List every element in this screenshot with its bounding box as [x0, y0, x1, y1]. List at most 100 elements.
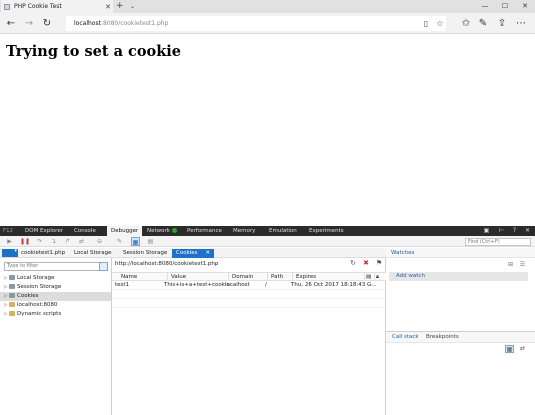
- tree-item-local-storage[interactable]: ▷ Local Storage: [0, 274, 111, 283]
- document-tabs: cookietest1.php Local Storage Session St…: [0, 248, 386, 258]
- break-icon[interactable]: ❚❚: [20, 237, 30, 246]
- forward-icon[interactable]: →: [21, 16, 37, 31]
- browser-tab[interactable]: PHP Cookie Test ✕: [1, 0, 113, 13]
- tab-network-label: Network: [147, 228, 170, 234]
- doc-tab-local-storage[interactable]: Local Storage: [70, 249, 116, 258]
- tab-preview-chevron-icon[interactable]: ⌄: [130, 1, 135, 12]
- tab-emulation[interactable]: Emulation: [265, 226, 301, 236]
- tree-item-cookies[interactable]: ▷ Cookies: [0, 292, 111, 301]
- column-header-domain[interactable]: Domain: [228, 273, 253, 281]
- tab-network[interactable]: Network: [143, 226, 181, 236]
- cookies-pane: http://localhost:8080/cookietest1.php ↻ …: [112, 258, 386, 415]
- tree-item-label: Dynamic scripts: [17, 311, 62, 317]
- cookie-path: /: [265, 282, 267, 288]
- doc-tab-session-storage[interactable]: Session Storage: [119, 249, 171, 258]
- table-row[interactable]: test1 This+is+a+test+cookie localhost / …: [112, 281, 386, 290]
- show-native-code-icon[interactable]: ▦: [505, 345, 514, 353]
- doc-tab-cookies[interactable]: Cookies ✕: [172, 249, 215, 258]
- folder-icon: [9, 311, 15, 316]
- tab-performance[interactable]: Performance: [183, 226, 226, 236]
- help-icon[interactable]: ?: [510, 226, 519, 236]
- favorite-star-icon[interactable]: ☆: [434, 16, 446, 31]
- watches-pane: Watches ⊞ ☰ Add watch: [386, 248, 535, 332]
- refresh-icon[interactable]: ↻: [39, 16, 55, 31]
- close-window-icon[interactable]: ✕: [515, 0, 535, 13]
- column-header-value[interactable]: Value: [167, 273, 186, 281]
- filter-placeholder: Type to filter: [7, 263, 39, 269]
- share-icon[interactable]: ⇪: [494, 16, 510, 31]
- cookie-value: This+is+a+test+cookie: [164, 282, 230, 288]
- url-path: :8080/cookietest1.php: [100, 20, 169, 27]
- cookies-table-header: Name Value Domain Path Expires ▤ 🔒︎: [112, 272, 386, 281]
- show-async-icon[interactable]: ⇄: [518, 345, 527, 353]
- tab-debugger[interactable]: Debugger: [107, 226, 143, 236]
- tab-console[interactable]: Console: [70, 226, 100, 236]
- pin-icon[interactable]: ⊢: [497, 226, 506, 236]
- step-into-icon[interactable]: ↴: [49, 237, 58, 246]
- find-input[interactable]: Find (Ctrl+F): [465, 238, 531, 246]
- back-icon[interactable]: ←: [3, 16, 19, 31]
- secure-lock-icon[interactable]: 🔒︎: [374, 273, 379, 281]
- more-menu-icon[interactable]: ⋯: [513, 16, 529, 31]
- close-devtools-icon[interactable]: ✕: [523, 226, 532, 236]
- filter-input[interactable]: Type to filter: [4, 262, 108, 271]
- web-note-icon[interactable]: ✎: [475, 16, 491, 31]
- tab-memory[interactable]: Memory: [229, 226, 259, 236]
- cookie-icon: [9, 293, 15, 298]
- callstack-pane: Call stack Breakpoints ▦ ⇄: [386, 332, 535, 415]
- clear-cookies-icon[interactable]: ✖: [361, 259, 371, 267]
- break-on-new-worker-icon[interactable]: ⇄: [77, 237, 86, 246]
- folder-icon: [9, 302, 15, 307]
- f12-label: F12: [3, 228, 14, 234]
- watches-title: Watches: [386, 248, 535, 258]
- cookie-expires: Thu, 26 Oct 2017 18:18:43 G...: [291, 282, 377, 288]
- close-tab-icon[interactable]: ✕: [103, 3, 113, 11]
- recording-icon: [171, 228, 177, 233]
- add-watch-icon[interactable]: ⊞: [506, 261, 515, 268]
- tab-call-stack[interactable]: Call stack: [388, 332, 423, 343]
- favorites-hub-icon[interactable]: ✩: [458, 16, 474, 31]
- filter-options-icon[interactable]: [99, 262, 108, 271]
- url-host: localhost: [74, 20, 101, 27]
- minimize-icon[interactable]: —: [475, 0, 495, 13]
- maximize-icon[interactable]: ☐: [495, 0, 515, 13]
- reading-view-icon[interactable]: ▯: [420, 16, 432, 31]
- continue-icon[interactable]: ▶: [5, 237, 14, 246]
- tree-item-label: localhost:8080: [17, 302, 58, 308]
- page-heading: Trying to set a cookie: [6, 43, 181, 60]
- tree-item-localhost[interactable]: ▷ localhost:8080: [0, 301, 111, 310]
- tree-item-label: Local Storage: [17, 275, 55, 281]
- column-header-name[interactable]: Name: [118, 273, 137, 281]
- word-wrap-icon[interactable]: ▤: [146, 237, 155, 246]
- close-doc-tab-icon[interactable]: ✕: [206, 250, 211, 256]
- cookie-domain: localhost: [225, 282, 250, 288]
- new-tab-icon[interactable]: +: [116, 1, 124, 12]
- tab-dom-explorer[interactable]: DOM Explorer: [21, 226, 67, 236]
- step-over-icon[interactable]: ↷: [35, 237, 44, 246]
- dock-icon[interactable]: ▣: [482, 226, 491, 236]
- tree-item-session-storage[interactable]: ▷ Session Storage: [0, 283, 111, 292]
- tree-item-dynamic-scripts[interactable]: ▷ Dynamic scripts: [0, 310, 111, 319]
- clear-session-cookies-icon[interactable]: ⚑: [374, 259, 384, 267]
- tab-breakpoints[interactable]: Breakpoints: [422, 332, 463, 343]
- http-only-column-icon[interactable]: ▤: [364, 273, 371, 281]
- exceptions-icon[interactable]: ⊖: [95, 237, 104, 246]
- devtools-tab-bar: F12 DOM Explorer Console Debugger Networ…: [0, 226, 535, 236]
- tab-experiments[interactable]: Experiments: [305, 226, 348, 236]
- add-watch-button[interactable]: Add watch: [389, 272, 528, 281]
- step-out-icon[interactable]: ↱: [63, 237, 72, 246]
- tree-item-label: Cookies: [17, 293, 39, 299]
- pretty-print-icon[interactable]: ▦: [131, 237, 140, 246]
- doc-tab-cookietest1[interactable]: cookietest1.php: [17, 249, 69, 258]
- storage-icon: [9, 275, 15, 280]
- documents-dropdown-icon[interactable]: [2, 248, 18, 257]
- page-icon: [4, 3, 10, 10]
- delete-all-watches-icon[interactable]: ☰: [518, 261, 527, 268]
- address-bar[interactable]: localhost:8080/cookietest1.php: [66, 16, 446, 31]
- cookie-name: test1: [115, 282, 130, 288]
- column-header-path[interactable]: Path: [267, 273, 283, 281]
- column-header-expires[interactable]: Expires: [292, 273, 316, 281]
- refresh-cookies-icon[interactable]: ↻: [348, 259, 358, 267]
- just-my-code-icon[interactable]: ✎: [115, 237, 124, 246]
- sources-tree: Type to filter ▷ Local Storage ▷ Session S…: [0, 258, 112, 415]
